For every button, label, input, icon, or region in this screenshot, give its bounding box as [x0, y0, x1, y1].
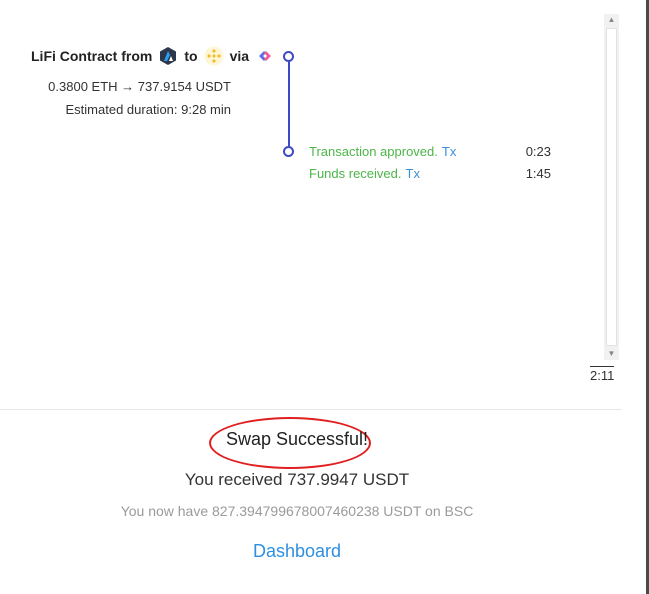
received-amount: You received 737.9947 USDT	[184, 470, 410, 489]
total-time: 2:11	[590, 366, 615, 383]
divider	[0, 409, 622, 410]
timeline-dot	[283, 51, 294, 62]
scrollbar-thumb[interactable]	[606, 28, 617, 346]
vertical-scrollbar[interactable]: ▲ ▼	[604, 14, 619, 360]
event-transaction-approved: Transaction approved. Tx	[309, 144, 456, 159]
bnb-chain-logo-icon	[204, 46, 224, 66]
success-title-wrap: Swap Successful!	[208, 417, 371, 469]
tx-link[interactable]: Tx	[442, 144, 456, 159]
scroll-down-arrow-icon[interactable]: ▼	[604, 348, 619, 360]
step-title: LiFi Contract from to via	[31, 46, 281, 66]
step-title-to: to	[184, 48, 198, 64]
step-title-via: via	[229, 48, 250, 64]
lifi-bridge-logo-icon	[255, 46, 275, 66]
event-time: 0:23	[525, 144, 551, 159]
event-time: 1:45	[525, 166, 551, 181]
estimated-duration: Estimated duration: 9:28 min	[65, 102, 231, 117]
dashboard-link[interactable]: Dashboard	[253, 541, 341, 562]
event-text: Funds received.	[309, 166, 402, 181]
tx-link[interactable]: Tx	[406, 166, 420, 181]
swap-amount: 0.3800 ETH → 737.9154 USDT	[48, 79, 231, 94]
swap-success-title: Swap Successful!	[225, 429, 369, 449]
timeline-dot	[283, 146, 294, 157]
event-text: Transaction approved.	[309, 144, 438, 159]
event-funds-received: Funds received. Tx	[309, 166, 420, 181]
scroll-up-arrow-icon[interactable]: ▲	[604, 14, 619, 26]
arbitrum-logo-icon	[158, 46, 178, 66]
balance-text: You now have 827.394799678007460238 USDT…	[120, 503, 474, 519]
route-steps-panel: LiFi Contract from to via 0.3800 ETH → 7…	[0, 0, 604, 392]
timeline-line	[288, 56, 290, 151]
step-title-prefix: LiFi Contract from	[31, 48, 153, 64]
swap-result: Swap Successful! You received 737.9947 U…	[0, 417, 594, 562]
